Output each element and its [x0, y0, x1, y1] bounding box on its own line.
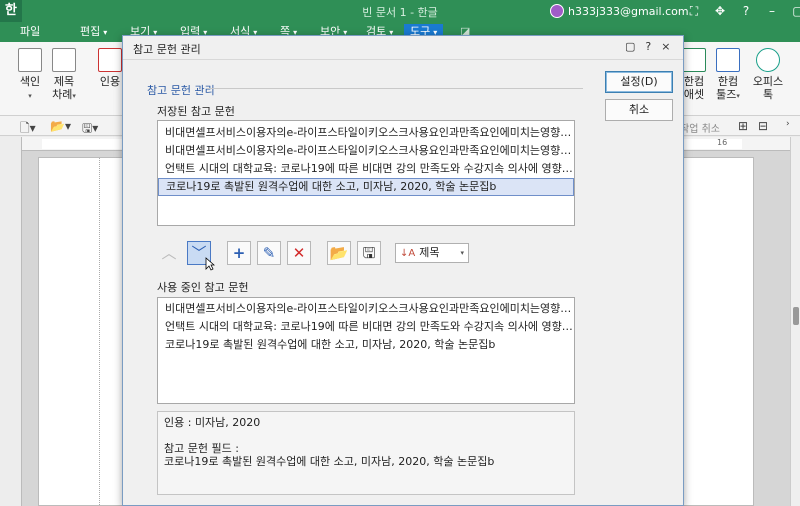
saved-references-label: 저장된 참고 문헌 — [157, 105, 235, 118]
dialog-title-buttons: ▢ ? × — [625, 40, 670, 53]
menu-file[interactable]: 파일 — [14, 24, 46, 40]
set-button[interactable]: 설정(D) — [605, 71, 673, 93]
title-bar: 한 빈 문서 1 - 한글 h333j333@gmail.com ⛶ ✥ ? –… — [0, 0, 800, 22]
grid-icon[interactable]: ⊞ — [738, 119, 748, 133]
saved-reference-item[interactable]: 비대면셀프서비스이용자의e-라이프스타일이키오스크사용요인과만족요인에미치는영향… — [158, 142, 574, 160]
vertical-scrollbar[interactable] — [790, 137, 800, 506]
hancom-asset-icon — [682, 48, 706, 72]
reference-field-label: 참고 문헌 필드 : — [164, 442, 239, 455]
undo-button[interactable]: 작업 취소 — [680, 120, 720, 135]
fullscreen-icon[interactable]: ⛶ — [686, 3, 702, 19]
dialog-title-bar: 참고 문헌 관리 ▢ ? × — [123, 36, 683, 60]
used-references-label: 사용 중인 참고 문헌 — [157, 281, 249, 294]
pin-icon[interactable]: ✥ — [712, 3, 728, 19]
vertical-ruler — [0, 137, 22, 506]
chevron-down-icon: ▾ — [28, 92, 32, 100]
menu-edit-label: 편집 — [80, 25, 101, 38]
account-area[interactable]: h333j333@gmail.com — [550, 3, 689, 19]
mouse-cursor-icon — [205, 257, 215, 271]
help-icon[interactable]: ? — [738, 3, 754, 19]
office-talk-robot-icon — [756, 48, 780, 72]
saved-reference-item[interactable]: 언택트 시대의 대학교육: 코로나19에 따른 비대면 강의 만족도와 수강지속… — [158, 160, 574, 178]
minimize-icon[interactable]: – — [764, 3, 780, 19]
group-label: 참고 문헌 관리 — [147, 84, 215, 97]
add-icon[interactable]: + — [227, 241, 251, 265]
hancom-tools-icon — [716, 48, 740, 72]
used-references-list[interactable]: 비대면셀프서비스이용자의e-라이프스타일이키오스크사용요인과만족요인에미치는영향… — [157, 297, 575, 404]
saved-reference-item[interactable]: 비대면셀프서비스이용자의e-라이프스타일이키오스크사용요인과만족요인에미치는영향… — [158, 124, 574, 142]
ribbon-tools-label-2: 툴즈▾ — [710, 88, 746, 103]
ribbon-toc-label-2: 차례▾ — [46, 88, 82, 103]
toolbar-more-icon[interactable]: › — [786, 119, 790, 129]
move-up-icon[interactable]: ︿ — [157, 241, 181, 265]
sort-order-select[interactable]: ↓A 제목 ▾ — [395, 243, 469, 263]
ribbon-index-button[interactable]: 색인 ▾ — [12, 48, 48, 101]
ribbon-talk-label-2: 톡 — [762, 88, 774, 101]
saved-reference-item-selected[interactable]: 코로나19로 촉발된 원격수업에 대한 소고, 미자남, 2020, 학술 논문… — [158, 178, 574, 196]
maximize-icon[interactable]: ▢ — [790, 3, 800, 19]
scrollbar-thumb[interactable] — [793, 307, 799, 325]
dialog-restore-icon[interactable]: ▢ — [625, 40, 635, 53]
table-icon[interactable]: ⊟ — [758, 119, 768, 133]
delete-icon[interactable]: ✕ — [287, 241, 311, 265]
ribbon-office-talk-button[interactable]: 오피스 톡 — [748, 48, 788, 101]
ribbon-toc-label: 제목 — [53, 75, 75, 88]
window-controls: ⛶ ✥ ? – ▢ ✕ — [686, 3, 800, 19]
chevron-down-icon: ▾ — [103, 28, 108, 37]
ribbon-toc-label-2-text: 차례 — [52, 88, 73, 101]
menu-file-label: 파일 — [20, 25, 41, 38]
dialog-help-icon[interactable]: ? — [645, 40, 651, 53]
table-of-contents-icon — [52, 48, 76, 72]
ribbon-talk-label: 오피스 — [752, 75, 784, 88]
account-email[interactable]: h333j333@gmail.com — [568, 5, 689, 18]
chevron-down-icon: ▾ — [72, 92, 76, 100]
used-reference-item[interactable]: 비대면셀프서비스이용자의e-라이프스타일이키오스크사용요인과만족요인에미치는영향… — [158, 300, 574, 318]
ribbon-hancom-tools-button[interactable]: 한컴 툴즈▾ — [710, 48, 746, 103]
reference-details: 인용 : 미자남, 2020 참고 문헌 필드 : 코로나19로 촉발된 원격수… — [157, 411, 575, 495]
ribbon-tools-label: 한컴 — [717, 75, 739, 88]
ribbon-tools-label-2-text: 툴즈 — [716, 88, 737, 101]
save-icon[interactable]: 🖫 — [357, 241, 381, 265]
bibliography-manager-dialog: 참고 문헌 관리 ▢ ? × 참고 문헌 관리 저장된 참고 문헌 비대면셀프서… — [122, 35, 684, 506]
sort-selected-value: 제목 — [419, 246, 440, 259]
cancel-button[interactable]: 취소 — [605, 99, 673, 121]
index-icon — [18, 48, 42, 72]
group-divider — [207, 88, 583, 89]
open-folder-icon[interactable]: 📂▾ — [50, 119, 71, 133]
citation-icon — [98, 48, 122, 72]
ribbon-index-label: 색인 — [19, 75, 41, 88]
used-reference-item[interactable]: 언택트 시대의 대학교육: 코로나19에 따른 비대면 강의 만족도와 수강지속… — [158, 318, 574, 336]
dialog-close-icon[interactable]: × — [661, 40, 670, 53]
sort-ascending-icon: ↓A — [400, 248, 416, 259]
used-reference-item[interactable]: 코로나19로 촉발된 원격수업에 대한 소고, 미자남, 2020, 학술 논문… — [158, 336, 574, 354]
dialog-title: 참고 문헌 관리 — [133, 43, 201, 56]
chevron-down-icon: ▾ — [460, 249, 464, 257]
chevron-down-icon: ▾ — [736, 92, 740, 100]
ruler-mark-16: 16 — [717, 138, 728, 147]
account-avatar-icon[interactable] — [550, 4, 564, 18]
menu-edit[interactable]: 편집 ▾ — [74, 24, 113, 40]
saved-references-list[interactable]: 비대면셀프서비스이용자의e-라이프스타일이키오스크사용요인과만족요인에미치는영향… — [157, 120, 575, 226]
ribbon-toc-button[interactable]: 제목 차례▾ — [46, 48, 82, 103]
edit-pencil-icon[interactable]: ✎ — [257, 241, 281, 265]
reference-field-value: 코로나19로 촉발된 원격수업에 대한 소고, 미자남, 2020, 학술 논문… — [164, 455, 495, 468]
citation-text: 인용 : 미자남, 2020 — [164, 416, 261, 429]
open-folder-icon[interactable]: 📂 — [327, 241, 351, 265]
page-margin-guide — [99, 158, 100, 506]
